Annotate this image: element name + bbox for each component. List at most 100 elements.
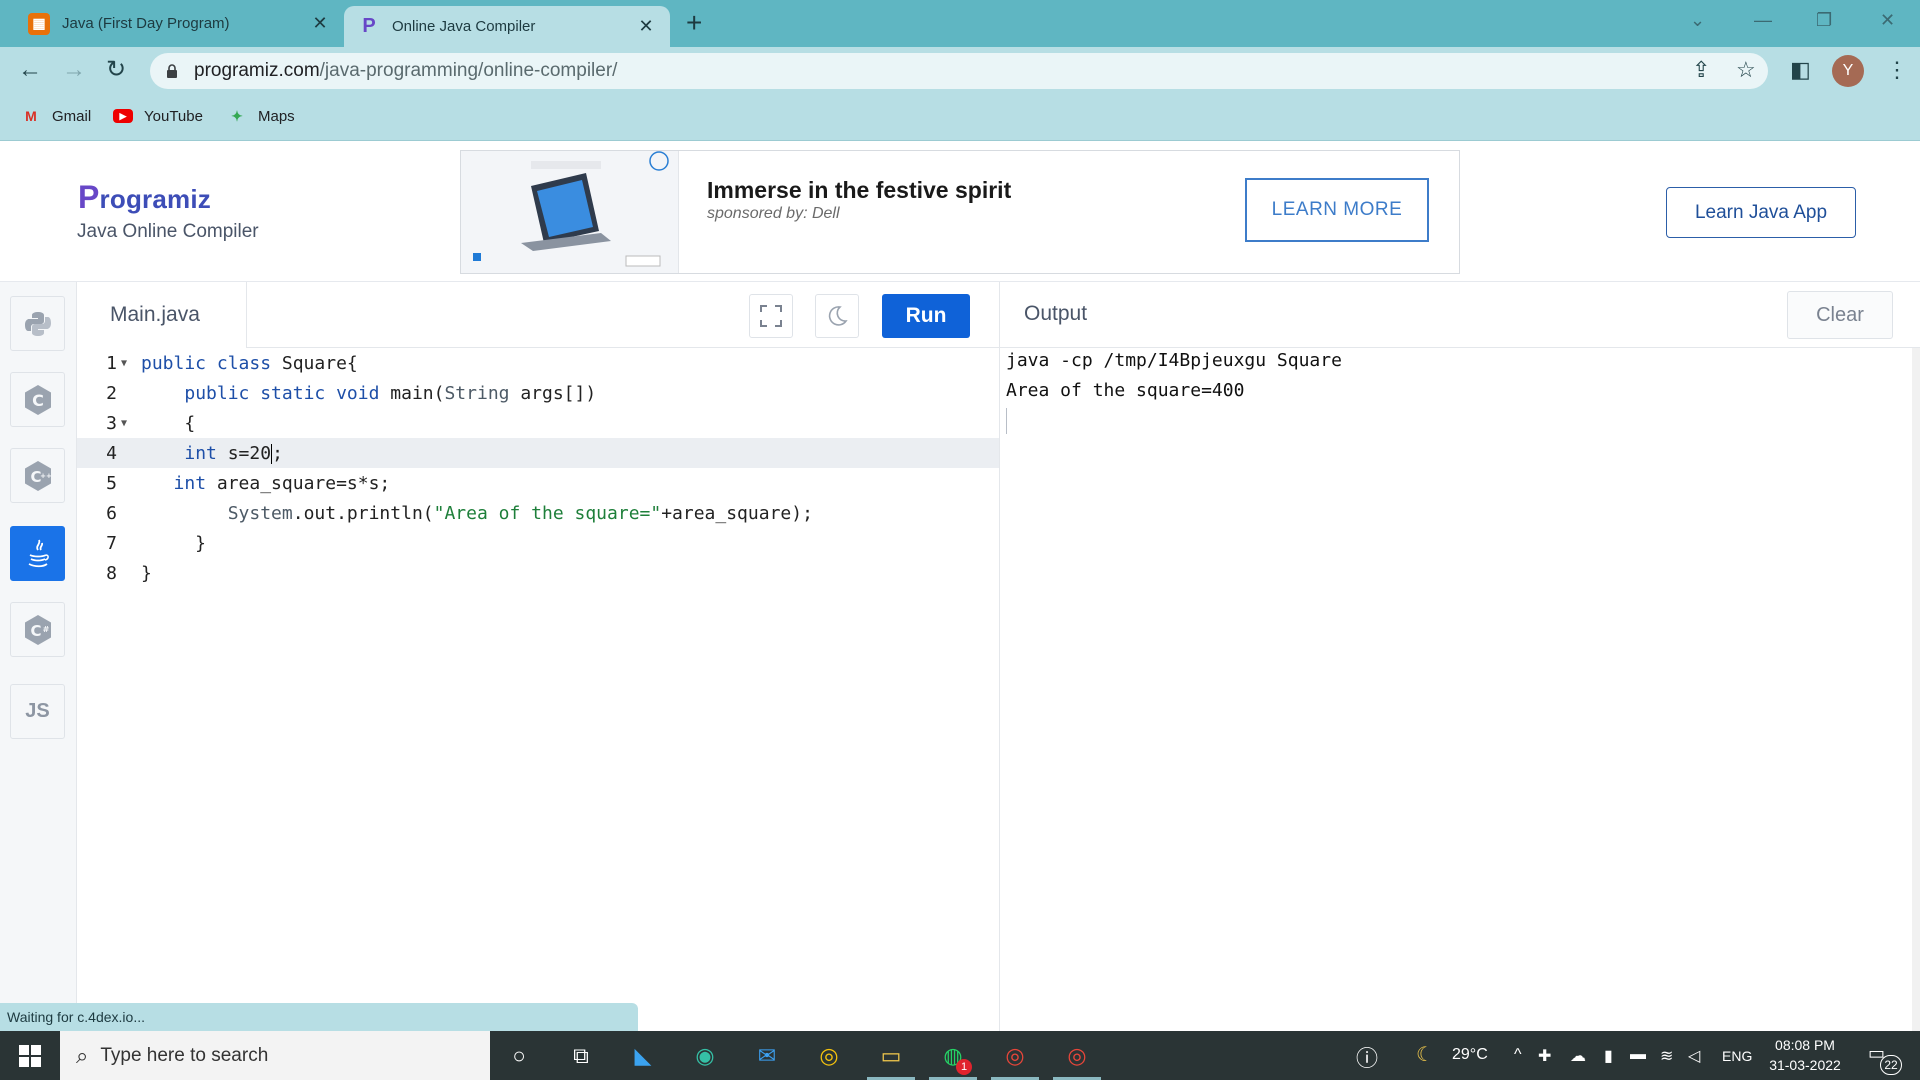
- whatsapp-badge: 1: [956, 1059, 972, 1075]
- ad-learn-more-button[interactable]: LEARN MORE: [1245, 178, 1429, 242]
- code-line: 2 public static void main(String args[]): [77, 378, 999, 408]
- file-tab-main-java[interactable]: Main.java: [77, 282, 247, 348]
- search-icon: ⌕: [76, 1042, 89, 1068]
- notification-count: 22: [1880, 1055, 1902, 1075]
- show-hidden-icons-chevron-icon[interactable]: ^: [1514, 1046, 1522, 1064]
- output-console[interactable]: java -cp /tmp/I4Bpjeuxgu Square Area of …: [999, 348, 1920, 1031]
- run-button[interactable]: Run: [882, 294, 970, 338]
- start-button[interactable]: [0, 1031, 60, 1080]
- address-bar[interactable]: programiz.com/java-programming/online-co…: [150, 53, 1768, 89]
- output-line: Area of the square=400: [1006, 380, 1245, 401]
- windows-taskbar: ⌕ Type here to search ○ ⧉ ◣ ◉ ✉ ◎ ▭ ◍ 1 …: [0, 1031, 1920, 1080]
- bookmark-maps[interactable]: ✦ Maps: [226, 107, 295, 125]
- line-number: 1: [106, 352, 117, 374]
- browser-tab-java-first-day[interactable]: ▦ Java (First Day Program) ✕: [14, 0, 344, 47]
- code-line: 6 System.out.println("Area of the square…: [77, 498, 999, 528]
- bookmark-label: YouTube: [144, 107, 203, 125]
- learn-java-app-button[interactable]: Learn Java App: [1666, 187, 1856, 238]
- close-tab-icon[interactable]: ✕: [308, 13, 332, 34]
- search-placeholder: Type here to search: [100, 1044, 269, 1066]
- fold-arrow-icon[interactable]: ▼: [121, 358, 127, 369]
- chrome-icon[interactable]: ◎: [812, 1039, 846, 1073]
- taskbar-search-box[interactable]: ⌕ Type here to search: [60, 1031, 490, 1080]
- ad-laptop-image[interactable]: [461, 151, 679, 273]
- code-text: }: [141, 532, 207, 554]
- svg-text:C: C: [32, 391, 44, 410]
- fullscreen-button[interactable]: [749, 294, 793, 338]
- code-editor[interactable]: 1 ▼ public class Square{ 2 public static…: [77, 348, 999, 1031]
- volume-icon[interactable]: ◁: [1688, 1046, 1700, 1066]
- code-text: }: [141, 562, 152, 584]
- language-c[interactable]: C: [10, 372, 65, 427]
- url-path: /java-programming/online-compiler/: [319, 60, 618, 81]
- gmail-icon: M: [25, 108, 37, 124]
- edge-icon[interactable]: ◉: [688, 1039, 722, 1073]
- onedrive-cloud-icon[interactable]: ☁: [1570, 1046, 1586, 1066]
- clear-button[interactable]: Clear: [1787, 291, 1893, 339]
- line-number: 6: [106, 502, 117, 524]
- browser-tab-online-java-compiler[interactable]: P Online Java Compiler ✕: [344, 6, 670, 47]
- page-scrollbar[interactable]: [1912, 348, 1920, 1031]
- logo-p: P: [78, 179, 100, 215]
- language-python[interactable]: [10, 296, 65, 351]
- vscode-icon[interactable]: ◣: [626, 1039, 660, 1073]
- side-panel-icon[interactable]: ◧: [1790, 57, 1811, 83]
- profile-avatar[interactable]: Y: [1832, 55, 1864, 87]
- code-line: 1 ▼ public class Square{: [77, 348, 999, 378]
- code-line: 3 ▼ {: [77, 408, 999, 438]
- input-language[interactable]: ENG: [1722, 1048, 1752, 1064]
- ad-sponsor: sponsored by: Dell: [707, 205, 840, 222]
- taskbar-clock[interactable]: 08:08 PM 31-03-2022: [1760, 1035, 1850, 1075]
- back-arrow-icon[interactable]: ←: [18, 57, 42, 83]
- js-label: JS: [25, 700, 50, 722]
- close-tab-icon[interactable]: ✕: [634, 16, 658, 37]
- code-line: 7 }: [77, 528, 999, 558]
- microphone-icon[interactable]: ▮: [1604, 1046, 1613, 1066]
- output-header: Output Clear: [999, 282, 1920, 348]
- new-tab-button[interactable]: +: [686, 8, 702, 38]
- line-number: 8: [106, 562, 117, 584]
- logo-text: rogramiz: [99, 184, 211, 214]
- bookmarks-bar: M Gmail ▶ YouTube ✦ Maps: [0, 95, 1920, 141]
- bookmark-star-icon[interactable]: ☆: [1736, 57, 1756, 83]
- restore-window-icon[interactable]: ❐: [1816, 10, 1832, 31]
- browser-menu-icon[interactable]: ⋮: [1886, 57, 1908, 83]
- mail-icon[interactable]: ✉: [750, 1039, 784, 1073]
- help-icon[interactable]: ⓘ: [1356, 1041, 1378, 1073]
- bookmark-youtube[interactable]: ▶ YouTube: [112, 107, 203, 125]
- language-js[interactable]: JS: [10, 684, 65, 739]
- file-explorer-icon[interactable]: ▭: [874, 1039, 908, 1073]
- code-text: public class Square{: [141, 352, 358, 374]
- task-view-icon[interactable]: ⧉: [564, 1039, 598, 1073]
- chrome-profile-icon[interactable]: ◎: [1060, 1039, 1094, 1073]
- lock-icon: [167, 64, 177, 78]
- youtube-icon: ▶: [112, 107, 134, 125]
- wifi-icon[interactable]: ≋: [1660, 1046, 1673, 1066]
- share-icon[interactable]: ⇪: [1692, 57, 1710, 83]
- moon-icon: [828, 306, 848, 326]
- tab-title: Java (First Day Program): [62, 15, 230, 32]
- chrome-profile-icon[interactable]: ◎: [998, 1039, 1032, 1073]
- reload-icon[interactable]: ↻: [106, 57, 126, 83]
- programiz-logo[interactable]: Programiz: [78, 179, 211, 216]
- language-csharp[interactable]: C #: [10, 602, 65, 657]
- dell-advertisement[interactable]: Immerse in the festive spirit sponsored …: [460, 150, 1460, 274]
- code-line-active: 4 int s=20;: [77, 438, 999, 468]
- close-window-icon[interactable]: ✕: [1880, 10, 1895, 31]
- url-host: programiz.com: [194, 60, 320, 81]
- dark-mode-button[interactable]: [815, 294, 859, 338]
- minimize-window-icon[interactable]: —: [1754, 10, 1772, 31]
- battery-icon[interactable]: ▬: [1630, 1046, 1646, 1064]
- forward-arrow-icon[interactable]: →: [62, 57, 86, 83]
- language-cpp[interactable]: C ++: [10, 448, 65, 503]
- browser-status-bar: Waiting for c.4dex.io...: [0, 1003, 638, 1031]
- weather-icon[interactable]: ☾: [1416, 1042, 1434, 1067]
- tab-search-chevron-icon[interactable]: ⌄: [1690, 10, 1705, 31]
- weather-temperature[interactable]: 29°C: [1452, 1046, 1488, 1064]
- cortana-icon[interactable]: ○: [502, 1039, 536, 1073]
- fold-arrow-icon[interactable]: ▼: [121, 418, 127, 429]
- language-java[interactable]: [10, 526, 65, 581]
- bookmark-gmail[interactable]: M Gmail: [20, 107, 91, 125]
- blogger-favicon-icon: ▦: [28, 12, 50, 35]
- gift-icon[interactable]: ✚: [1538, 1046, 1551, 1066]
